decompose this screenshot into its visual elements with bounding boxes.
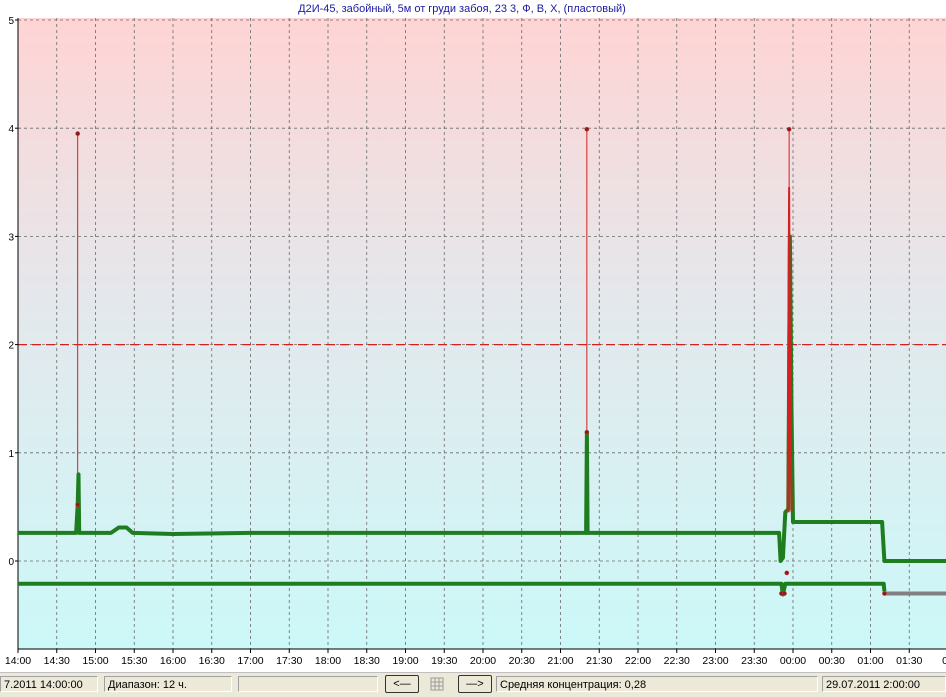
y-tick-label: 2 xyxy=(8,341,14,352)
x-tick-label: 18:00 xyxy=(315,655,341,667)
x-tick-label: 18:30 xyxy=(354,655,380,667)
x-tick-label: 20:00 xyxy=(470,655,496,667)
data-marker xyxy=(882,591,887,596)
empty-status-field xyxy=(238,676,378,692)
range-end-field: 29.07.2011 2:00:00 xyxy=(822,676,946,692)
x-tick-label: 02 xyxy=(942,655,946,667)
data-marker xyxy=(784,570,790,576)
plot-background xyxy=(18,18,946,649)
next-button[interactable]: —> xyxy=(458,675,492,693)
x-tick-label: 23:30 xyxy=(741,655,767,667)
x-tick-label: 19:00 xyxy=(392,655,418,667)
y-tick-label: 1 xyxy=(8,449,14,460)
status-bar: 7.2011 14:00:00 Диапазон: 12 ч. <— —> Ср… xyxy=(0,672,946,697)
x-tick-label: 22:30 xyxy=(664,655,690,667)
x-tick-label: 21:00 xyxy=(547,655,573,667)
data-marker xyxy=(584,126,590,132)
x-tick-label: 23:00 xyxy=(702,655,728,667)
range-start-field: 7.2011 14:00:00 xyxy=(0,676,98,692)
x-tick-label: 01:00 xyxy=(857,655,883,667)
x-tick-label: 01:30 xyxy=(896,655,922,667)
prev-button[interactable]: <— xyxy=(385,675,419,693)
x-tick-label: 20:30 xyxy=(509,655,535,667)
data-marker xyxy=(75,131,80,136)
x-tick-label: 14:00 xyxy=(5,655,31,667)
average-concentration-field: Средняя концентрация: 0,28 xyxy=(496,676,818,692)
x-tick-label: 17:30 xyxy=(276,655,302,667)
x-tick-label: 22:00 xyxy=(625,655,651,667)
chart: Д2И-45, забойный, 5м от груди забоя, 23 … xyxy=(5,3,946,667)
range-duration-field: Диапазон: 12 ч. xyxy=(104,676,232,692)
x-tick-label: 16:00 xyxy=(160,655,186,667)
x-tick-label: 14:30 xyxy=(44,655,70,667)
y-tick-label: 0 xyxy=(8,557,14,568)
data-marker xyxy=(75,502,80,508)
y-tick-label: 4 xyxy=(8,124,14,135)
data-marker xyxy=(786,126,792,132)
x-tick-label: 15:30 xyxy=(121,655,147,667)
x-tick-label: 15:00 xyxy=(82,655,108,667)
x-tick-label: 19:30 xyxy=(431,655,457,667)
x-tick-labels: 14:00 14:30 15:00 15:30 16:00 16:30 17:00 17:30… xyxy=(5,649,946,667)
y-tick-labels: 0 1 2 3 4 5 xyxy=(8,16,18,568)
x-tick-label: 17:00 xyxy=(237,655,263,667)
data-marker xyxy=(584,429,590,435)
data-marker xyxy=(782,591,787,596)
y-tick-label: 3 xyxy=(8,232,14,243)
x-tick-label: 21:30 xyxy=(586,655,612,667)
grid-icon[interactable] xyxy=(429,676,445,692)
x-tick-label: 00:30 xyxy=(819,655,845,667)
chart-title: Д2И-45, забойный, 5м от груди забоя, 23 … xyxy=(298,3,626,15)
x-tick-label: 16:30 xyxy=(199,655,225,667)
x-tick-label: 00:00 xyxy=(780,655,806,667)
y-tick-label: 5 xyxy=(8,16,14,27)
